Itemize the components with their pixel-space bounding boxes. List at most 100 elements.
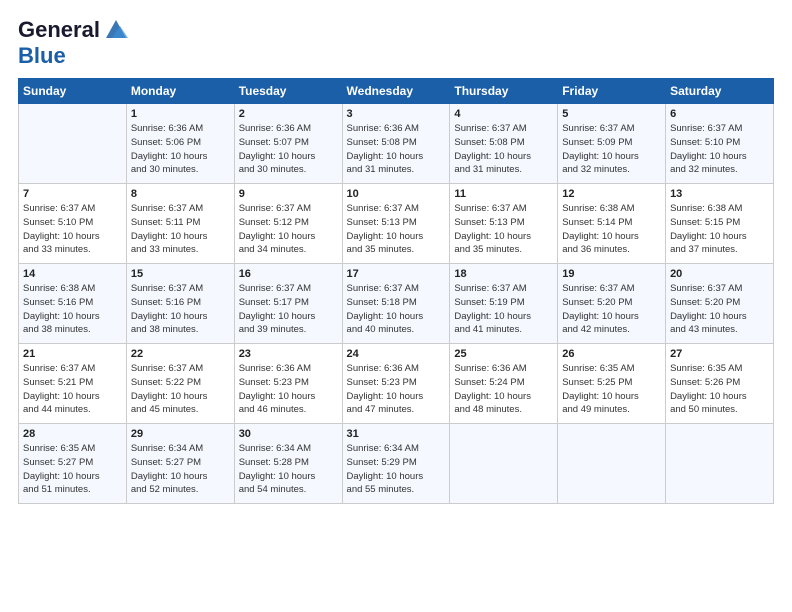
calendar-cell: 16Sunrise: 6:37 AM Sunset: 5:17 PM Dayli… <box>234 264 342 344</box>
column-header-saturday: Saturday <box>666 79 774 104</box>
column-header-tuesday: Tuesday <box>234 79 342 104</box>
day-number: 4 <box>454 108 553 120</box>
day-number: 9 <box>239 188 338 200</box>
day-info: Sunrise: 6:37 AM Sunset: 5:13 PM Dayligh… <box>454 202 553 257</box>
day-info: Sunrise: 6:36 AM Sunset: 5:23 PM Dayligh… <box>347 362 446 417</box>
day-info: Sunrise: 6:34 AM Sunset: 5:29 PM Dayligh… <box>347 442 446 497</box>
day-number: 30 <box>239 428 338 440</box>
day-number: 14 <box>23 268 122 280</box>
day-info: Sunrise: 6:38 AM Sunset: 5:16 PM Dayligh… <box>23 282 122 337</box>
day-number: 13 <box>670 188 769 200</box>
day-info: Sunrise: 6:37 AM Sunset: 5:10 PM Dayligh… <box>23 202 122 257</box>
column-header-monday: Monday <box>126 79 234 104</box>
calendar-cell: 15 Sunrise: 6:37 AM Sunset: 5:16 PM Dayli… <box>126 264 234 344</box>
day-info: Sunrise: 6:37 AM Sunset: 5:19 PM Dayligh… <box>454 282 553 337</box>
calendar-cell <box>666 424 774 504</box>
day-number: 3 <box>347 108 446 120</box>
day-info: Sunrise: 6:36 AM Sunset: 5:08 PM Dayligh… <box>347 122 446 177</box>
day-number: 6 <box>670 108 769 120</box>
day-info: Sunrise: 6:35 AM Sunset: 5:26 PM Dayligh… <box>670 362 769 417</box>
day-number: 15 <box>131 268 230 280</box>
day-info: Sunrise: 6:37 AM Sunset: 5:17 PM Dayligh… <box>239 282 338 337</box>
day-info: Sunrise: 6:35 AM Sunset: 5:25 PM Dayligh… <box>562 362 661 417</box>
calendar-cell: 27 Sunrise: 6:35 AM Sunset: 5:26 PM Dayli… <box>666 344 774 424</box>
day-number: 2 <box>239 108 338 120</box>
calendar-cell: 25 Sunrise: 6:36 AM Sunset: 5:24 PM Dayli… <box>450 344 558 424</box>
calendar-cell: 13 Sunrise: 6:38 AM Sunset: 5:15 PM Dayli… <box>666 184 774 264</box>
day-info: Sunrise: 6:37 AM Sunset: 5:11 PM Dayligh… <box>131 202 230 257</box>
day-number: 25 <box>454 348 553 360</box>
day-info: Sunrise: 6:37 AM Sunset: 5:08 PM Dayligh… <box>454 122 553 177</box>
day-info: Sunrise: 6:36 AM Sunset: 5:07 PM Dayligh… <box>239 122 338 177</box>
day-number: 31 <box>347 428 446 440</box>
calendar-cell: 23 Sunrise: 6:36 AM Sunset: 5:23 PM Dayli… <box>234 344 342 424</box>
day-info: Sunrise: 6:37 AM Sunset: 5:20 PM Dayligh… <box>562 282 661 337</box>
day-info: Sunrise: 6:38 AM Sunset: 5:15 PM Dayligh… <box>670 202 769 257</box>
day-number: 21 <box>23 348 122 360</box>
day-number: 11 <box>454 188 553 200</box>
day-info: Sunrise: 6:36 AM Sunset: 5:23 PM Dayligh… <box>239 362 338 417</box>
day-info: Sunrise: 6:37 AM Sunset: 5:10 PM Dayligh… <box>670 122 769 177</box>
column-header-friday: Friday <box>558 79 666 104</box>
day-number: 1 <box>131 108 230 120</box>
day-number: 28 <box>23 428 122 440</box>
calendar-cell: 8 Sunrise: 6:37 AM Sunset: 5:11 PM Daylig… <box>126 184 234 264</box>
calendar-cell: 24 Sunrise: 6:36 AM Sunset: 5:23 PM Dayli… <box>342 344 450 424</box>
day-info: Sunrise: 6:37 AM Sunset: 5:16 PM Dayligh… <box>131 282 230 337</box>
week-row-5: 28Sunrise: 6:35 AM Sunset: 5:27 PM Dayli… <box>19 424 774 504</box>
day-info: Sunrise: 6:34 AM Sunset: 5:28 PM Dayligh… <box>239 442 338 497</box>
logo-icon <box>102 16 130 44</box>
calendar-cell <box>19 104 127 184</box>
day-number: 27 <box>670 348 769 360</box>
day-number: 19 <box>562 268 661 280</box>
day-info: Sunrise: 6:36 AM Sunset: 5:24 PM Dayligh… <box>454 362 553 417</box>
calendar-cell: 14 Sunrise: 6:38 AM Sunset: 5:16 PM Dayli… <box>19 264 127 344</box>
calendar-cell: 7Sunrise: 6:37 AM Sunset: 5:10 PM Daylig… <box>19 184 127 264</box>
calendar-cell: 9Sunrise: 6:37 AM Sunset: 5:12 PM Daylig… <box>234 184 342 264</box>
calendar-cell <box>450 424 558 504</box>
day-info: Sunrise: 6:37 AM Sunset: 5:22 PM Dayligh… <box>131 362 230 417</box>
calendar-table: SundayMondayTuesdayWednesdayThursdayFrid… <box>18 78 774 504</box>
day-number: 20 <box>670 268 769 280</box>
header-row: SundayMondayTuesdayWednesdayThursdayFrid… <box>19 79 774 104</box>
calendar-cell: 10 Sunrise: 6:37 AM Sunset: 5:13 PM Dayli… <box>342 184 450 264</box>
day-number: 23 <box>239 348 338 360</box>
day-number: 10 <box>347 188 446 200</box>
calendar-cell: 21 Sunrise: 6:37 AM Sunset: 5:21 PM Dayli… <box>19 344 127 424</box>
calendar-cell: 18 Sunrise: 6:37 AM Sunset: 5:19 PM Dayli… <box>450 264 558 344</box>
calendar-cell: 1Sunrise: 6:36 AM Sunset: 5:06 PM Daylig… <box>126 104 234 184</box>
day-info: Sunrise: 6:37 AM Sunset: 5:09 PM Dayligh… <box>562 122 661 177</box>
day-number: 12 <box>562 188 661 200</box>
calendar-cell: 6 Sunrise: 6:37 AM Sunset: 5:10 PM Daylig… <box>666 104 774 184</box>
calendar-cell: 28Sunrise: 6:35 AM Sunset: 5:27 PM Dayli… <box>19 424 127 504</box>
week-row-3: 14 Sunrise: 6:38 AM Sunset: 5:16 PM Dayli… <box>19 264 774 344</box>
calendar-cell: 4 Sunrise: 6:37 AM Sunset: 5:08 PM Daylig… <box>450 104 558 184</box>
day-number: 22 <box>131 348 230 360</box>
logo-text-blue: Blue <box>18 44 130 68</box>
day-number: 8 <box>131 188 230 200</box>
day-info: Sunrise: 6:37 AM Sunset: 5:20 PM Dayligh… <box>670 282 769 337</box>
week-row-4: 21 Sunrise: 6:37 AM Sunset: 5:21 PM Dayli… <box>19 344 774 424</box>
day-info: Sunrise: 6:37 AM Sunset: 5:21 PM Dayligh… <box>23 362 122 417</box>
day-number: 5 <box>562 108 661 120</box>
day-info: Sunrise: 6:37 AM Sunset: 5:13 PM Dayligh… <box>347 202 446 257</box>
column-header-thursday: Thursday <box>450 79 558 104</box>
day-number: 17 <box>347 268 446 280</box>
logo: General Blue <box>18 16 130 68</box>
calendar-cell: 22 Sunrise: 6:37 AM Sunset: 5:22 PM Dayli… <box>126 344 234 424</box>
day-info: Sunrise: 6:38 AM Sunset: 5:14 PM Dayligh… <box>562 202 661 257</box>
calendar-cell: 20 Sunrise: 6:37 AM Sunset: 5:20 PM Dayli… <box>666 264 774 344</box>
calendar-cell: 30 Sunrise: 6:34 AM Sunset: 5:28 PM Dayli… <box>234 424 342 504</box>
calendar-cell: 17 Sunrise: 6:37 AM Sunset: 5:18 PM Dayli… <box>342 264 450 344</box>
logo-text-general: General <box>18 18 100 42</box>
column-header-wednesday: Wednesday <box>342 79 450 104</box>
calendar-cell: 11 Sunrise: 6:37 AM Sunset: 5:13 PM Dayli… <box>450 184 558 264</box>
calendar-cell: 2 Sunrise: 6:36 AM Sunset: 5:07 PM Daylig… <box>234 104 342 184</box>
day-number: 18 <box>454 268 553 280</box>
day-info: Sunrise: 6:37 AM Sunset: 5:18 PM Dayligh… <box>347 282 446 337</box>
calendar-cell: 3 Sunrise: 6:36 AM Sunset: 5:08 PM Daylig… <box>342 104 450 184</box>
day-info: Sunrise: 6:34 AM Sunset: 5:27 PM Dayligh… <box>131 442 230 497</box>
calendar-cell: 19 Sunrise: 6:37 AM Sunset: 5:20 PM Dayli… <box>558 264 666 344</box>
week-row-2: 7Sunrise: 6:37 AM Sunset: 5:10 PM Daylig… <box>19 184 774 264</box>
day-number: 24 <box>347 348 446 360</box>
